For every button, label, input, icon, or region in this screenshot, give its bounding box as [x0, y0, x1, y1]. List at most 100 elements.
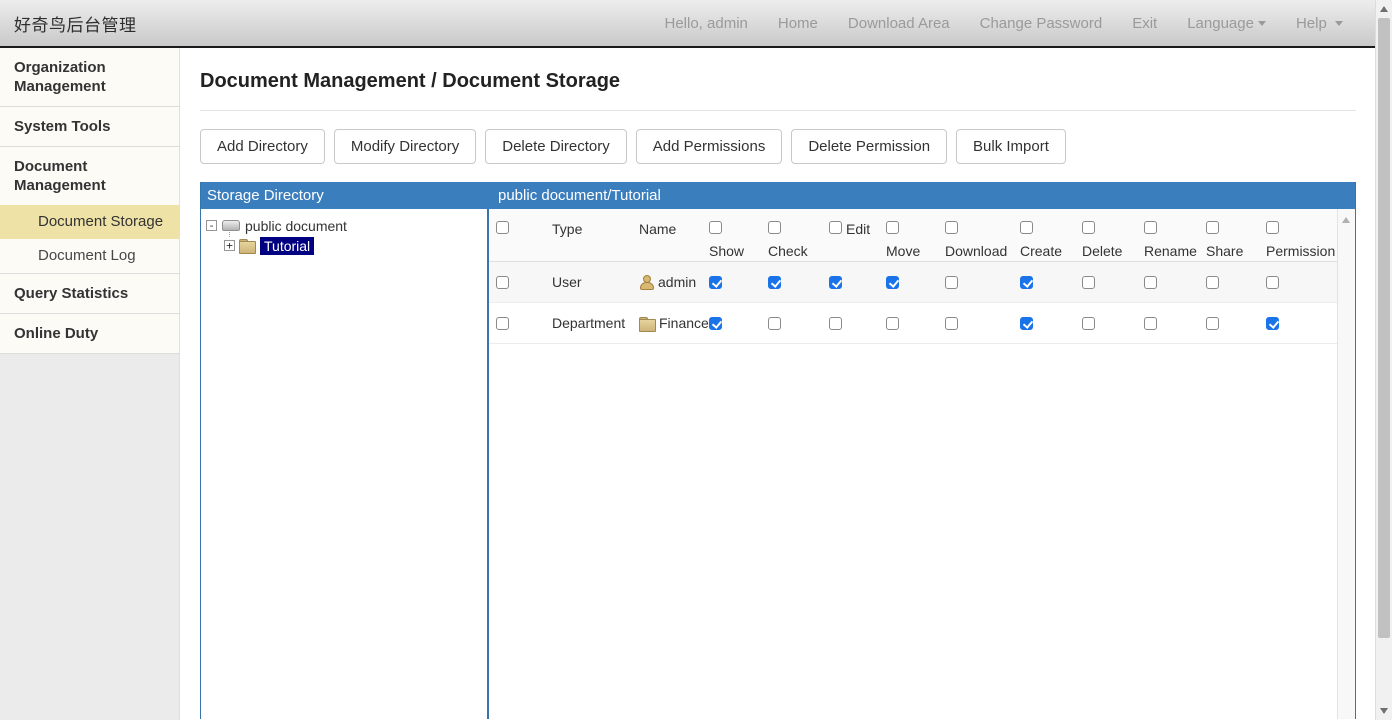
perm-permission-checkbox[interactable] — [1266, 276, 1279, 289]
row-select-checkbox[interactable] — [496, 317, 509, 330]
perm-move-checkbox[interactable] — [886, 276, 899, 289]
perm-download-checkbox[interactable] — [945, 276, 958, 289]
sidebar-group-document-management: Document Management Document Storage Doc… — [0, 147, 179, 274]
folder-icon — [239, 239, 255, 252]
colhdr-download-checkbox[interactable] — [945, 221, 958, 234]
perm-create-checkbox[interactable] — [1020, 276, 1033, 289]
select-all-checkbox[interactable] — [496, 221, 509, 234]
scroll-up-icon[interactable] — [1380, 6, 1388, 12]
sidebar-item-document-log[interactable]: Document Log — [0, 239, 179, 273]
row-name-cell: admin — [632, 262, 702, 302]
drive-icon — [222, 220, 240, 231]
perm-share-checkbox[interactable] — [1206, 317, 1219, 330]
sidebar-item-query-statistics[interactable]: Query Statistics — [0, 274, 179, 314]
column-header-edit: Edit — [822, 209, 879, 261]
navbar-exit[interactable]: Exit — [1132, 15, 1157, 32]
colhdr-permission-checkbox[interactable] — [1266, 221, 1279, 234]
perm-rename-checkbox[interactable] — [1144, 317, 1157, 330]
colhdr-move-checkbox[interactable] — [886, 221, 899, 234]
navbar-help-dropdown[interactable]: Help — [1296, 15, 1343, 32]
row-select-checkbox[interactable] — [496, 276, 509, 289]
navbar-home[interactable]: Home — [778, 15, 818, 32]
scroll-down-icon[interactable] — [1380, 708, 1388, 714]
tree-node-tutorial[interactable]: + Tutorial — [224, 236, 487, 255]
expand-expander-icon[interactable]: + — [224, 240, 235, 251]
name-column-header: Name — [632, 209, 702, 261]
column-header-create: Create — [1013, 209, 1075, 261]
navbar-help-label: Help — [1296, 15, 1327, 32]
row-name: admin — [658, 274, 696, 290]
perm-permission-checkbox[interactable] — [1266, 317, 1279, 330]
delete-permission-button[interactable]: Delete Permission — [791, 129, 947, 164]
column-label-show: Show — [709, 243, 761, 259]
colhdr-delete-checkbox[interactable] — [1082, 221, 1095, 234]
scrollbar-thumb[interactable] — [1378, 18, 1390, 638]
column-label-rename: Rename — [1144, 243, 1199, 259]
tree-node-label-selected[interactable]: Tutorial — [260, 237, 314, 255]
colhdr-check-checkbox[interactable] — [768, 221, 781, 234]
column-header-rename: Rename — [1137, 209, 1199, 261]
sidebar-item-document-management[interactable]: Document Management — [0, 147, 179, 205]
perm-cell-create — [1013, 262, 1075, 302]
page-layout: Organization Management System Tools Doc… — [0, 48, 1375, 720]
navbar-language-label: Language — [1187, 15, 1254, 32]
sidebar-item-organization-management[interactable]: Organization Management — [0, 48, 179, 107]
row-name-cell: Finance — [632, 303, 702, 343]
perm-cell-edit — [822, 262, 879, 302]
perm-check-checkbox[interactable] — [768, 317, 781, 330]
add-permissions-button[interactable]: Add Permissions — [636, 129, 783, 164]
column-label-move: Move — [886, 243, 938, 259]
perm-rename-checkbox[interactable] — [1144, 276, 1157, 289]
storage-directory-header: Storage Directory — [201, 187, 489, 204]
perm-move-checkbox[interactable] — [886, 317, 899, 330]
column-label-permission: Permission — [1266, 243, 1333, 259]
perm-show-checkbox[interactable] — [709, 276, 722, 289]
colhdr-rename-checkbox[interactable] — [1144, 221, 1157, 234]
collapse-expander-icon[interactable]: - — [206, 220, 217, 231]
colhdr-share-checkbox[interactable] — [1206, 221, 1219, 234]
perm-cell-move — [879, 303, 938, 343]
perm-edit-checkbox[interactable] — [829, 276, 842, 289]
perm-create-checkbox[interactable] — [1020, 317, 1033, 330]
perm-delete-checkbox[interactable] — [1082, 276, 1095, 289]
perm-cell-move — [879, 262, 938, 302]
bulk-import-button[interactable]: Bulk Import — [956, 129, 1066, 164]
perm-cell-rename — [1137, 303, 1199, 343]
perm-cell-permission — [1259, 303, 1333, 343]
column-label-check: Check — [768, 243, 822, 259]
delete-directory-button[interactable]: Delete Directory — [485, 129, 627, 164]
browser-scrollbar[interactable] — [1375, 0, 1392, 720]
sidebar-item-online-duty[interactable]: Online Duty — [0, 314, 179, 354]
perm-delete-checkbox[interactable] — [1082, 317, 1095, 330]
sidebar-item-system-tools[interactable]: System Tools — [0, 107, 179, 147]
perm-show-checkbox[interactable] — [709, 317, 722, 330]
column-label-share: Share — [1206, 243, 1259, 259]
column-header-delete: Delete — [1075, 209, 1137, 261]
navbar-greeting[interactable]: Hello, admin — [665, 15, 748, 32]
modify-directory-button[interactable]: Modify Directory — [334, 129, 476, 164]
tree-node-public-document[interactable]: - public document — [206, 216, 487, 235]
perm-download-checkbox[interactable] — [945, 317, 958, 330]
permissions-table-header: TypeNameShowCheckEditMoveDownloadCreateD… — [489, 209, 1337, 262]
sidebar-item-document-storage[interactable]: Document Storage — [0, 205, 179, 239]
perm-edit-checkbox[interactable] — [829, 317, 842, 330]
perm-cell-delete — [1075, 303, 1137, 343]
column-label-download: Download — [945, 243, 1013, 259]
navbar-change-password[interactable]: Change Password — [980, 15, 1103, 32]
perm-share-checkbox[interactable] — [1206, 276, 1219, 289]
scroll-up-icon[interactable] — [1342, 217, 1350, 223]
tree-node-label[interactable]: public document — [245, 218, 347, 234]
add-directory-button[interactable]: Add Directory — [200, 129, 325, 164]
colhdr-edit-checkbox[interactable] — [829, 221, 842, 234]
perm-check-checkbox[interactable] — [768, 276, 781, 289]
navbar-language-dropdown[interactable]: Language — [1187, 15, 1266, 32]
perm-cell-show — [702, 303, 761, 343]
navbar-download-area[interactable]: Download Area — [848, 15, 950, 32]
colhdr-show-checkbox[interactable] — [709, 221, 722, 234]
panel-scrollbar[interactable] — [1337, 209, 1355, 719]
perm-cell-delete — [1075, 262, 1137, 302]
directory-tree-pane: - public document + Tutorial — [201, 209, 489, 719]
page-title: Document Management / Document Storage — [200, 70, 1356, 93]
perm-cell-share — [1199, 303, 1259, 343]
colhdr-create-checkbox[interactable] — [1020, 221, 1033, 234]
